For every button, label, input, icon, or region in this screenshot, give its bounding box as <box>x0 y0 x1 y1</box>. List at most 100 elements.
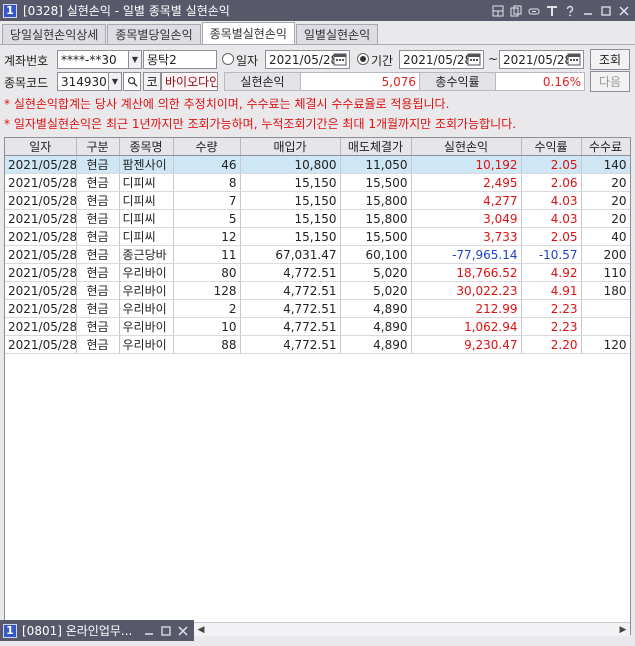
search-icon <box>127 76 138 87</box>
cell-return-rate: 2.05 <box>521 227 582 246</box>
cell-realized-pl: 4,277 <box>411 191 522 210</box>
notice-period-limit: * 일자별실현손익은 최근 1년까지만 조회가능하며, 누적조회기간은 최대 1… <box>4 117 517 131</box>
cell-stock-name: 디피씨 <box>119 209 174 228</box>
cell-stock-name: 우리바이 <box>119 335 174 354</box>
table-row[interactable]: 2021/05/28 현금 종근당바 11 67,031.47 60,100 -77,965… <box>5 245 630 264</box>
horizontal-scrollbar[interactable]: ◀ ▶ <box>194 622 630 636</box>
font-icon[interactable] <box>545 4 559 18</box>
tab-stock-daily[interactable]: 종목별당일손익 <box>107 24 201 44</box>
cell-buy-price: 4,772.51 <box>240 281 341 300</box>
column-header-sell-price[interactable]: 매도체결가 <box>340 138 412 156</box>
cell-return-rate: 4.92 <box>521 263 582 282</box>
column-header-fee[interactable]: 수수료 <box>581 138 630 156</box>
cell-realized-pl: 30,022.23 <box>411 281 522 300</box>
column-header-type[interactable]: 구분 <box>76 138 120 156</box>
column-header-return-rate[interactable]: 수익률 <box>521 138 582 156</box>
column-header-quantity[interactable]: 수량 <box>173 138 241 156</box>
cell-date: 2021/05/28 <box>5 299 77 318</box>
stock-name-field: 바이오다인 <box>161 72 218 91</box>
table-row[interactable]: 2021/05/28 현금 디피씨 8 15,150 15,500 2,495 2.06 20 <box>5 173 630 192</box>
cell-stock-name: 우리바이 <box>119 281 174 300</box>
cell-fee: 180 <box>581 281 630 300</box>
cell-realized-pl: 10,192 <box>411 155 522 174</box>
account-dropdown[interactable]: ▼ <box>128 50 142 69</box>
stock-search-button[interactable] <box>123 72 141 91</box>
account-name-field: 몽탁2 <box>143 50 217 69</box>
table-row[interactable]: 2021/05/28 현금 팜젠사이 46 10,800 11,050 10,192 2.05… <box>5 155 630 174</box>
radio-day[interactable] <box>222 53 234 65</box>
cell-stock-name: 우리바이 <box>119 263 174 282</box>
cell-buy-price: 10,800 <box>240 155 341 174</box>
market-badge: 코 <box>143 72 161 91</box>
cell-sell-price: 15,800 <box>340 209 412 228</box>
calendar-icon[interactable] <box>467 52 481 66</box>
cell-fee: 200 <box>581 245 630 264</box>
table-row[interactable]: 2021/05/28 현금 우리바이 80 4,772.51 5,020 18,766.52… <box>5 263 630 282</box>
stock-code-input[interactable]: 314930 <box>57 72 109 91</box>
table-row[interactable]: 2021/05/28 현금 우리바이 2 4,772.51 4,890 212.99 2.23 <box>5 299 630 318</box>
cell-sell-price: 5,020 <box>340 281 412 300</box>
maximize-icon[interactable] <box>599 4 613 18</box>
minimize-icon[interactable] <box>581 4 595 18</box>
taskbar-window-title: [0801] 온라인업무... <box>22 624 133 638</box>
cell-type: 현금 <box>76 155 120 174</box>
cell-date: 2021/05/28 <box>5 191 77 210</box>
table-header-row: 일자 구분 종목명 수량 매입가 매도체결가 실현손익 수익률 수수료 <box>5 138 630 156</box>
next-button[interactable]: 다음 <box>590 71 630 92</box>
account-number-input[interactable]: ****-**30 <box>57 50 129 69</box>
cell-type: 현금 <box>76 263 120 282</box>
table-row[interactable]: 2021/05/28 현금 우리바이 88 4,772.51 4,890 9,230.47 2… <box>5 335 630 354</box>
table-row[interactable]: 2021/05/28 현금 디피씨 7 15,150 15,800 4,277 4.03 20 <box>5 191 630 210</box>
cell-type: 현금 <box>76 191 120 210</box>
minimized-window[interactable]: 1 [0801] 온라인업무... <box>0 620 194 641</box>
cell-sell-price: 15,500 <box>340 227 412 246</box>
column-header-realized-pl[interactable]: 실현손익 <box>411 138 522 156</box>
tab-daily-realized[interactable]: 일별실현손익 <box>295 24 379 44</box>
calendar-icon[interactable] <box>333 52 347 66</box>
code-dropdown[interactable]: ▼ <box>108 72 122 91</box>
calendar-icon[interactable] <box>567 52 581 66</box>
radio-day-label: 일자 <box>236 54 259 68</box>
link-icon[interactable] <box>527 4 541 18</box>
cell-quantity: 46 <box>173 155 241 174</box>
cell-realized-pl: -77,965.14 <box>411 245 522 264</box>
table-row[interactable]: 2021/05/28 현금 우리바이 128 4,772.51 5,020 30,022.2… <box>5 281 630 300</box>
cell-buy-price: 15,150 <box>240 209 341 228</box>
cell-fee: 20 <box>581 209 630 228</box>
column-header-date[interactable]: 일자 <box>5 138 77 156</box>
column-header-buy-price[interactable]: 매입가 <box>240 138 341 156</box>
restore-icon[interactable] <box>159 624 173 638</box>
realized-value: 5,076 <box>300 72 420 91</box>
cell-fee: 120 <box>581 335 630 354</box>
cell-buy-price: 67,031.47 <box>240 245 341 264</box>
cell-return-rate: 4.91 <box>521 281 582 300</box>
cell-date: 2021/05/28 <box>5 173 77 192</box>
cell-buy-price: 15,150 <box>240 191 341 210</box>
table-row[interactable]: 2021/05/28 현금 우리바이 10 4,772.51 4,890 1,062.94 2… <box>5 317 630 336</box>
total-return-value: 0.16% <box>495 72 585 91</box>
query-button[interactable]: 조회 <box>590 49 630 70</box>
scroll-left-icon[interactable]: ◀ <box>194 623 208 637</box>
cell-fee: 40 <box>581 227 630 246</box>
close-icon[interactable] <box>617 4 631 18</box>
tab-stock-realized[interactable]: 종목별실현손익 <box>201 22 295 44</box>
cell-buy-price: 4,772.51 <box>240 299 341 318</box>
column-header-stock-name[interactable]: 종목명 <box>119 138 174 156</box>
cell-return-rate: 2.05 <box>521 155 582 174</box>
cell-fee: 140 <box>581 155 630 174</box>
radio-period[interactable] <box>357 53 369 65</box>
layout-icon[interactable] <box>491 4 505 18</box>
tab-daily-detail[interactable]: 당일실현손익상세 <box>2 24 107 44</box>
copy-icon[interactable] <box>509 4 523 18</box>
help-icon[interactable] <box>563 4 577 18</box>
total-return-label: 총수익률 <box>419 72 496 91</box>
cell-return-rate: 2.20 <box>521 335 582 354</box>
table-row[interactable]: 2021/05/28 현금 디피씨 12 15,150 15,500 3,733 2.05 40 <box>5 227 630 246</box>
table-row[interactable]: 2021/05/28 현금 디피씨 5 15,150 15,800 3,049 4.03 20 <box>5 209 630 228</box>
window-titlebar[interactable]: 1 [0328] 실현손익 - 일별 종목별 실현손익 <box>0 0 635 21</box>
cell-return-rate: 2.23 <box>521 317 582 336</box>
minimize-icon[interactable] <box>142 624 156 638</box>
scroll-right-icon[interactable]: ▶ <box>616 623 630 637</box>
close-icon[interactable] <box>176 624 190 638</box>
chevron-down-icon: ▼ <box>131 55 139 64</box>
